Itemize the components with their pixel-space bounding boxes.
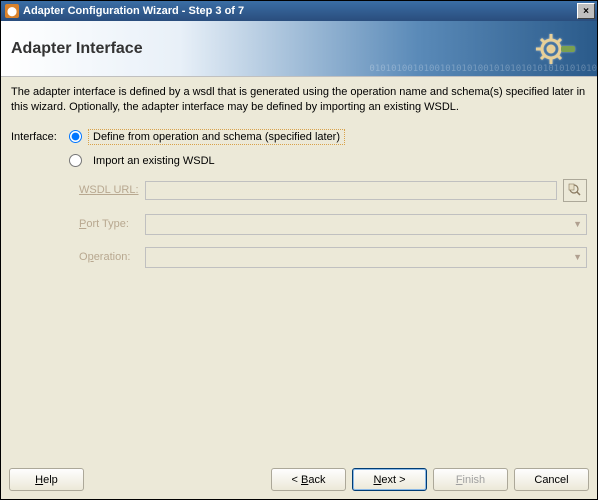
wizard-header: Adapter Interface 01010100101001010 xyxy=(1,21,597,77)
title-left: ⬤ Adapter Configuration Wizard - Step 3 … xyxy=(5,4,244,18)
wsdl-url-input xyxy=(145,181,557,200)
browse-wsdl-button[interactable] xyxy=(563,179,587,202)
gear-icon xyxy=(533,27,577,74)
next-button[interactable]: Next > xyxy=(352,468,427,491)
app-icon: ⬤ xyxy=(5,4,19,18)
finish-button: Finish xyxy=(433,468,508,491)
wsdl-url-label: WSDL URL: xyxy=(79,184,139,196)
content-spacer xyxy=(11,280,587,456)
page-title: Adapter Interface xyxy=(11,40,143,58)
radio-group: Define from operation and schema (specif… xyxy=(69,129,587,280)
port-type-row: Port Type: ▼ xyxy=(79,214,587,235)
nav-buttons: < Back Next > Finish Cancel xyxy=(271,468,589,491)
window-title: Adapter Configuration Wizard - Step 3 of… xyxy=(23,5,244,17)
search-icon xyxy=(568,183,582,197)
description-text: The adapter interface is defined by a ws… xyxy=(11,85,587,115)
title-bar: ⬤ Adapter Configuration Wizard - Step 3 … xyxy=(1,1,597,21)
radio-import-wsdl[interactable]: Import an existing WSDL xyxy=(69,153,587,169)
port-type-label: Port Type: xyxy=(79,218,139,230)
cancel-button[interactable]: Cancel xyxy=(514,468,589,491)
operation-row: Operation: ▼ xyxy=(79,247,587,268)
radio-import-label: Import an existing WSDL xyxy=(88,153,220,169)
import-fields: WSDL URL: Port Type: xyxy=(79,179,587,268)
operation-label: Operation: xyxy=(79,251,139,263)
help-button[interactable]: Help xyxy=(9,468,84,491)
radio-import-input[interactable] xyxy=(69,154,82,167)
radio-define-from-operation[interactable]: Define from operation and schema (specif… xyxy=(69,129,587,145)
port-type-dropdown: ▼ xyxy=(145,214,587,235)
wizard-footer: Help < Back Next > Finish Cancel xyxy=(1,462,597,499)
close-button[interactable]: × xyxy=(577,3,595,19)
chevron-down-icon: ▼ xyxy=(573,252,582,262)
radio-define-input[interactable] xyxy=(69,130,82,143)
chevron-down-icon: ▼ xyxy=(573,219,582,229)
radio-define-label: Define from operation and schema (specif… xyxy=(88,129,345,145)
back-button[interactable]: < Back xyxy=(271,468,346,491)
interface-label: Interface: xyxy=(11,129,63,143)
operation-dropdown: ▼ xyxy=(145,247,587,268)
interface-section: Interface: Define from operation and sch… xyxy=(11,129,587,280)
wsdl-url-row: WSDL URL: xyxy=(79,179,587,202)
wizard-content: The adapter interface is defined by a ws… xyxy=(1,77,597,462)
wizard-window: ⬤ Adapter Configuration Wizard - Step 3 … xyxy=(0,0,598,500)
